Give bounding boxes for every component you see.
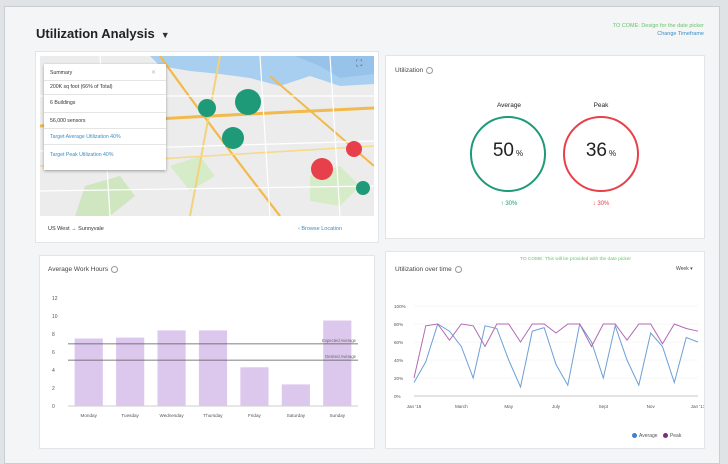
- x-tick-label: Sept: [599, 404, 609, 409]
- divider: [44, 128, 166, 129]
- y-tick-label: 4: [52, 368, 55, 374]
- legend-peak-dot: [662, 433, 668, 439]
- utilization-over-time-title: Utilization over time: [395, 266, 462, 273]
- site-bubble-4: [311, 158, 333, 180]
- y-tick-label: 100%: [394, 304, 406, 309]
- x-tick-label: Nov: [647, 404, 656, 409]
- chevron-down-icon: ▾: [690, 266, 693, 272]
- summary-buildings: 6 Buildings: [50, 100, 76, 106]
- bar-sunday[interactable]: [323, 320, 352, 407]
- y-tick-label: 60%: [394, 340, 403, 345]
- bar-wednesday[interactable]: [157, 330, 186, 406]
- date-picker-note: TO COME: Design for the date picker Chan…: [613, 22, 704, 38]
- browse-location-link[interactable]: ‹ Browse Location: [298, 226, 342, 232]
- peak-unit: %: [609, 149, 617, 158]
- x-tick-label: Friday: [248, 413, 261, 418]
- peak-number: 36: [585, 140, 607, 161]
- info-icon[interactable]: [111, 266, 119, 273]
- page-title-text: Utilization Analysis: [36, 26, 155, 41]
- peak-delta: ↓ 30%: [592, 201, 610, 207]
- bar-saturday[interactable]: [281, 384, 310, 406]
- average-number: 50: [492, 140, 514, 161]
- chevron-down-icon[interactable]: ▼: [161, 30, 170, 40]
- y-tick-label: 8: [52, 332, 55, 338]
- close-icon[interactable]: ✕: [151, 69, 156, 76]
- utilization-title-text: Utilization: [395, 67, 424, 75]
- y-tick-label: 0%: [394, 394, 401, 399]
- reference-line-label: Expected Average: [322, 338, 357, 343]
- browse-location-label: Browse Location: [301, 226, 343, 232]
- average-delta: ↑ 30%: [500, 201, 518, 207]
- divider: [44, 80, 166, 81]
- y-tick-label: 2: [52, 386, 55, 392]
- x-tick-label: Sunday: [329, 413, 345, 418]
- info-icon[interactable]: [426, 67, 434, 74]
- y-tick-label: 6: [52, 350, 55, 356]
- bar-tuesday[interactable]: [116, 337, 145, 406]
- peak-label: Peak: [593, 102, 609, 109]
- site-bubble-2: [235, 89, 261, 115]
- x-tick-label: Thursday: [203, 413, 223, 418]
- bar-friday[interactable]: [240, 367, 269, 406]
- y-tick-label: 12: [52, 296, 58, 302]
- average-value: 50%: [472, 140, 544, 162]
- x-tick-label: Jan '17: [691, 404, 704, 409]
- location-summary-popup: ✕ Summary 200K sq foot (66% of Total) 6 …: [44, 64, 166, 170]
- legend-average-dot: [632, 433, 637, 439]
- expand-map-icon[interactable]: ⛶: [356, 58, 362, 69]
- target-peak-link[interactable]: Target Peak Utilization 40%: [50, 152, 113, 158]
- average-label: Average: [496, 102, 522, 109]
- series-line-peak: [413, 323, 699, 379]
- utilization-line-chart: 100% 80% 60% 40% 20% 0% Jan '16 March May July Sep…: [394, 304, 704, 409]
- average-unit: %: [516, 149, 524, 158]
- summary-sensors: 56,000 sensors: [50, 118, 86, 124]
- page-title[interactable]: Utilization Analysis ▼: [36, 26, 170, 41]
- target-average-link[interactable]: Target Average Utilization 40%: [50, 134, 121, 140]
- utilization-title: Utilization: [395, 67, 434, 75]
- x-tick-label: March: [455, 404, 468, 409]
- info-icon[interactable]: [454, 266, 462, 273]
- work-hours-title: Average Work Hours: [48, 266, 119, 274]
- divider: [44, 112, 166, 113]
- bar-thursday[interactable]: [198, 330, 228, 406]
- x-tick-label: May: [504, 404, 513, 409]
- y-tick-label: 40%: [394, 358, 403, 363]
- x-tick-label: Tuesday: [121, 413, 139, 418]
- average-gauge: 50%: [470, 116, 546, 192]
- site-bubble-5: [346, 141, 362, 157]
- peak-gauge: 36%: [563, 116, 639, 192]
- y-tick-label: 80%: [394, 322, 403, 327]
- picker-todo-note: TO COME: This will be provided with the …: [520, 257, 631, 262]
- x-tick-label: Wednesday: [159, 413, 184, 418]
- peak-value: 36%: [565, 140, 637, 162]
- work-hours-bar-chart: 12 10 8 6 4 2 0 Monday Tuesday Wednesday Thursday F…: [52, 296, 358, 418]
- range-select[interactable]: Week ▾: [676, 266, 693, 272]
- y-tick-label: 10: [52, 314, 58, 320]
- divider: [44, 144, 166, 145]
- x-tick-label: July: [552, 404, 561, 409]
- todo-note: TO COME: Design for the date picker: [612, 23, 704, 29]
- x-tick-label: Jan '16: [407, 404, 422, 409]
- site-bubble-6: [356, 181, 370, 195]
- chart-legend: Average Peak: [632, 433, 681, 439]
- y-tick-label: 0: [52, 404, 55, 410]
- legend-average: Average: [639, 433, 658, 439]
- bar-monday[interactable]: [74, 338, 103, 407]
- divider: [44, 94, 166, 95]
- utilization-over-time-title-text: Utilization over time: [395, 266, 452, 274]
- summary-heading: Summary: [50, 70, 73, 76]
- x-tick-label: Monday: [81, 413, 98, 418]
- work-hours-title-text: Average Work Hours: [48, 266, 109, 274]
- x-tick-label: Saturday: [287, 413, 306, 418]
- summary-area: 200K sq foot (66% of Total): [50, 84, 113, 90]
- range-select-value: Week: [676, 266, 689, 272]
- y-tick-label: 20%: [394, 376, 403, 381]
- site-bubble-3: [222, 127, 244, 149]
- site-bubble-1: [198, 99, 216, 117]
- reference-line-label: Desired Average: [325, 354, 357, 359]
- location-breadcrumb: US West → Sunnyvale: [48, 226, 104, 232]
- legend-peak: Peak: [669, 433, 682, 439]
- change-timeframe-link[interactable]: Change Timeframe: [613, 30, 704, 38]
